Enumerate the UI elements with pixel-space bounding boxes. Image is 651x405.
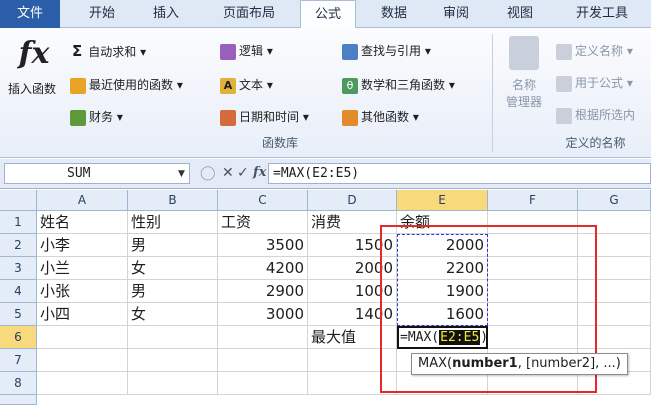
cell-a2[interactable]: 小李 <box>37 234 128 257</box>
current-argument: number1 <box>452 356 518 371</box>
more-book-icon <box>342 109 358 126</box>
fx-icon: fx <box>18 36 50 71</box>
cell-b3[interactable]: 女 <box>128 257 218 280</box>
tab-view[interactable]: 视图 <box>492 0 548 28</box>
cell-a3[interactable]: 小兰 <box>37 257 128 280</box>
name-manager-icon <box>509 36 539 70</box>
row-header-1[interactable]: 1 <box>0 211 37 234</box>
tab-formulas[interactable]: 公式 <box>300 0 356 29</box>
dropdown-circle-icon: ◯ <box>200 165 216 181</box>
cancel-icon[interactable]: ✕ <box>222 165 234 181</box>
tab-page-layout[interactable]: 页面布局 <box>206 0 292 28</box>
cell-a5[interactable]: 小四 <box>37 303 128 326</box>
financial-button[interactable]: 财务 ▾ <box>70 108 123 126</box>
tab-developer[interactable]: 开发工具 <box>560 0 644 28</box>
tab-insert[interactable]: 插入 <box>136 0 196 28</box>
cell-c7[interactable] <box>218 349 308 372</box>
row-header-2[interactable]: 2 <box>0 234 37 257</box>
create-from-selection-button[interactable]: 根据所选内 <box>556 106 635 124</box>
ribbon-formulas: fx 插入函数 Σ 自动求和 ▾ 最近使用的函数 ▾ 财务 ▾ 逻辑 ▾ A 文本 … <box>0 28 651 158</box>
col-header-a[interactable]: A <box>37 190 128 211</box>
star-icon <box>70 77 86 94</box>
fx-icon[interactable]: fx <box>253 165 266 180</box>
lookup-reference-button[interactable]: 查找与引用 ▾ <box>342 42 431 60</box>
fx-small-icon <box>556 75 572 92</box>
cell-a6[interactable] <box>37 326 128 349</box>
calendar-book-icon <box>220 109 236 126</box>
cell-b1[interactable]: 性别 <box>128 211 218 234</box>
worksheet-grid: A B C D E F G 1 2 3 4 5 6 7 8 姓名 性别 工资 消… <box>0 190 651 405</box>
col-header-f[interactable]: F <box>488 190 578 211</box>
row-header-4[interactable]: 4 <box>0 280 37 303</box>
chevron-down-icon[interactable]: ▼ <box>178 169 185 179</box>
cell-b6[interactable] <box>128 326 218 349</box>
book-icon <box>220 43 236 60</box>
cell-c1[interactable]: 工资 <box>218 211 308 234</box>
cell-b5[interactable]: 女 <box>128 303 218 326</box>
more-functions-button[interactable]: 其他函数 ▾ <box>342 108 419 126</box>
cell-a7[interactable] <box>37 349 128 372</box>
tab-home[interactable]: 开始 <box>72 0 132 28</box>
autosum-button[interactable]: Σ 自动求和 ▾ <box>72 42 146 60</box>
tab-file[interactable]: 文件 <box>0 0 60 28</box>
enter-icon[interactable]: ✓ <box>237 165 249 181</box>
tab-data[interactable]: 数据 <box>366 0 422 28</box>
cell-b2[interactable]: 男 <box>128 234 218 257</box>
math-trig-button[interactable]: θ 数学和三角函数 ▾ <box>342 76 455 94</box>
cell-a4[interactable]: 小张 <box>37 280 128 303</box>
range-reference-highlight: E2:E5 <box>439 330 481 345</box>
cell-c8[interactable] <box>218 372 308 395</box>
cell-c5[interactable]: 3000 <box>218 303 308 326</box>
col-header-b[interactable]: B <box>128 190 218 211</box>
recent-functions-button[interactable]: 最近使用的函数 ▾ <box>70 76 183 94</box>
row-header-5[interactable]: 5 <box>0 303 37 326</box>
cell-b8[interactable] <box>128 372 218 395</box>
name-box[interactable]: SUM <box>4 163 190 184</box>
cell-e6-editing[interactable]: =MAX(E2:E5) <box>397 326 488 349</box>
logical-button[interactable]: 逻辑 ▾ <box>220 42 273 60</box>
ribbon-tabs: 文件 开始 插入 页面布局 公式 数据 审阅 视图 开发工具 <box>0 0 651 29</box>
function-args-tooltip: MAX(number1, [number2], ...) <box>411 353 628 375</box>
formula-bar: SUM ▼ ◯ ✕ ✓ fx =MAX(E2:E5) <box>0 159 651 189</box>
function-library-label: 函数库 <box>261 136 298 150</box>
cell-c6[interactable] <box>218 326 308 349</box>
row-header-7[interactable]: 7 <box>0 349 37 372</box>
select-all-corner[interactable] <box>0 190 37 211</box>
cell-b7[interactable] <box>128 349 218 372</box>
cell-a8[interactable] <box>37 372 128 395</box>
sigma-icon: Σ <box>72 42 83 60</box>
row-header-3[interactable]: 3 <box>0 257 37 280</box>
col-header-e[interactable]: E <box>397 190 488 211</box>
cell-c3[interactable]: 4200 <box>218 257 308 280</box>
formula-input[interactable]: =MAX(E2:E5) <box>268 163 651 184</box>
col-header-g[interactable]: G <box>578 190 651 211</box>
row-header-8[interactable]: 8 <box>0 372 37 395</box>
cell-c4[interactable]: 2900 <box>218 280 308 303</box>
book-icon <box>70 109 86 126</box>
text-button[interactable]: A 文本 ▾ <box>220 76 273 94</box>
defined-names-label: 定义的名称 <box>565 136 626 150</box>
book-a-icon: A <box>220 77 236 94</box>
insert-function-button[interactable]: fx 插入函数 <box>6 34 62 130</box>
define-name-button[interactable]: 定义名称 ▾ <box>556 42 633 60</box>
tab-review[interactable]: 审阅 <box>428 0 484 28</box>
grid-icon <box>556 107 572 124</box>
group-divider <box>492 34 493 152</box>
theta-book-icon: θ <box>342 77 358 94</box>
cell-b4[interactable]: 男 <box>128 280 218 303</box>
tag-icon <box>556 43 572 60</box>
magnifier-book-icon <box>342 43 358 60</box>
use-in-formula-button[interactable]: 用于公式 ▾ <box>556 74 633 92</box>
name-manager-button[interactable]: 名称 管理器 <box>498 36 550 110</box>
col-header-d[interactable]: D <box>308 190 397 211</box>
cell-a1[interactable]: 姓名 <box>37 211 128 234</box>
cell-c2[interactable]: 3500 <box>218 234 308 257</box>
row-header-9[interactable] <box>0 395 37 405</box>
row-header-6[interactable]: 6 <box>0 326 37 349</box>
col-header-c[interactable]: C <box>218 190 308 211</box>
datetime-button[interactable]: 日期和时间 ▾ <box>220 108 309 126</box>
